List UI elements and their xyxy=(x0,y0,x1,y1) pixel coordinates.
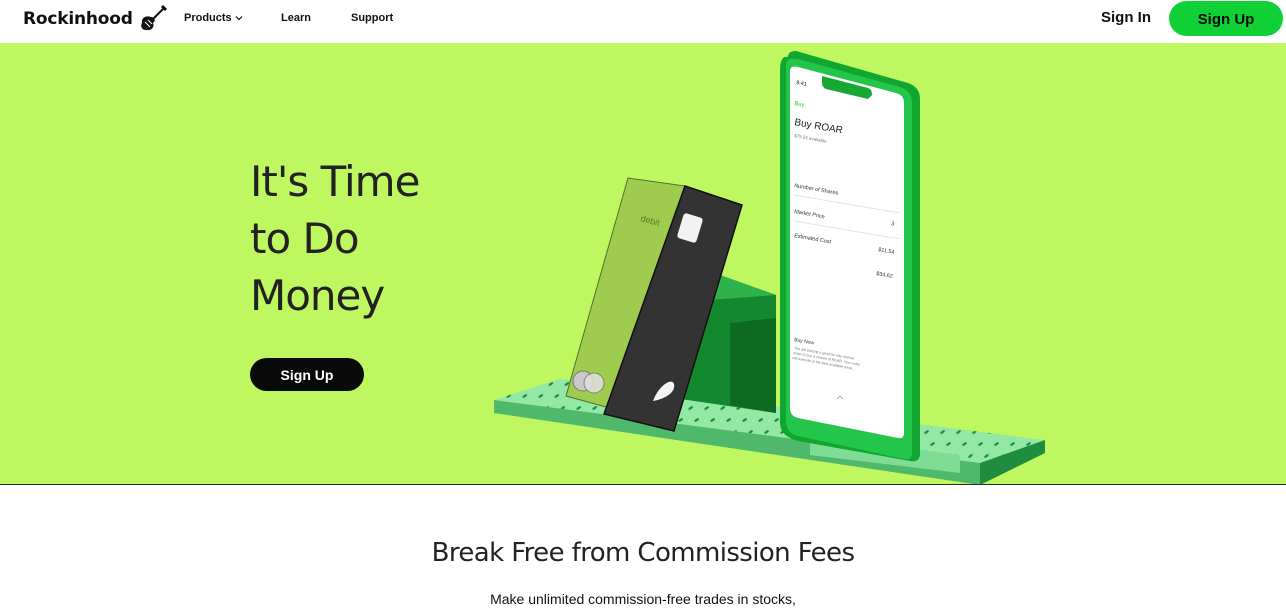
hero-illustration: debit 9:41 Buy Buy ROAR $75.55 available… xyxy=(494,51,1045,484)
guitar-icon xyxy=(140,4,167,31)
nav-support-link[interactable]: Support xyxy=(351,12,393,24)
sign-in-link[interactable]: Sign In xyxy=(1101,9,1151,26)
hero-sign-up-button[interactable]: Sign Up xyxy=(250,358,364,391)
nav-learn-link[interactable]: Learn xyxy=(281,12,311,24)
chevron-down-icon xyxy=(235,16,243,21)
hero-title-line: It's Time xyxy=(250,157,420,206)
nav-products-menu[interactable]: Products xyxy=(184,12,243,24)
nav-products-label: Products xyxy=(184,12,232,24)
top-navbar: Rockinhood Products Learn Support Sign I… xyxy=(0,0,1286,43)
hero-title-line: Money xyxy=(250,271,385,320)
brand-logo[interactable]: Rockinhood xyxy=(23,4,168,34)
hero-title-line: to Do xyxy=(250,214,360,263)
section-title: Break Free from Commission Fees xyxy=(431,538,855,568)
hero-title: It's Time to Do Money xyxy=(250,153,510,324)
brand-name[interactable]: Rockinhood xyxy=(23,9,133,29)
hero-section: It's Time to Do Money Sign Up debit 9:41… xyxy=(0,43,1286,485)
sign-up-button[interactable]: Sign Up xyxy=(1169,1,1283,36)
phone-mockup: 9:41 Buy Buy ROAR $75.55 available Numbe… xyxy=(780,51,920,462)
section-subtitle: Make unlimited commission-free trades in… xyxy=(490,591,796,607)
